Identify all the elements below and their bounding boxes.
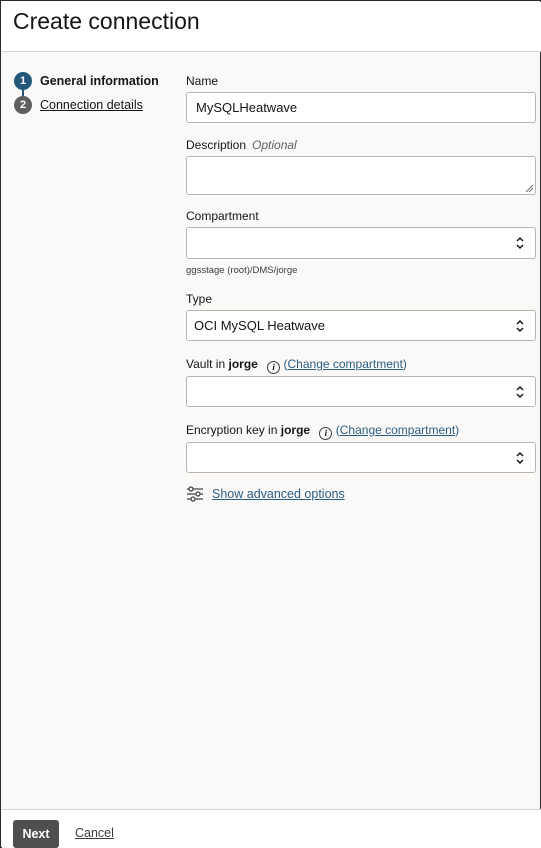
info-icon[interactable]: i	[319, 426, 333, 440]
advanced-options-toggle[interactable]: Show advanced options	[186, 486, 345, 502]
page-title: Create connection	[13, 8, 200, 34]
step-number: 2	[14, 96, 32, 114]
name-value: MySQLHeatwave	[196, 100, 298, 115]
description-label-text: Description	[186, 138, 247, 152]
encryption-key-label: Encryption key in jorge i (Change compar…	[186, 423, 460, 440]
vault-change-compartment-link[interactable]: Change compartment	[288, 357, 403, 371]
encryption-key-compartment-name: jorge	[280, 423, 311, 437]
cancel-button[interactable]: Cancel	[75, 826, 114, 840]
vault-select[interactable]	[186, 376, 536, 407]
vault-label-prefix: Vault in	[186, 357, 226, 371]
type-value: OCI MySQL Heatwave	[194, 318, 326, 333]
name-label: Name	[186, 74, 219, 88]
compartment-select[interactable]	[186, 227, 536, 259]
sliders-icon	[187, 486, 203, 502]
step-number: 1	[14, 72, 32, 90]
step-label: General information	[40, 74, 159, 88]
chevron-up-down-icon	[516, 319, 524, 332]
chevron-up-down-icon	[516, 385, 524, 398]
description-textarea[interactable]	[186, 156, 536, 195]
encryption-key-label-prefix: Encryption key in	[186, 423, 278, 437]
type-label: Type	[186, 292, 213, 306]
next-button[interactable]: Next	[13, 820, 59, 848]
description-label: Description Optional	[186, 138, 297, 152]
resize-grip-icon[interactable]	[525, 184, 533, 192]
info-icon[interactable]: i	[267, 360, 281, 374]
type-select[interactable]: OCI MySQL Heatwave	[186, 310, 536, 341]
step-label: Connection details	[40, 98, 143, 112]
chevron-up-down-icon	[516, 236, 524, 250]
vault-compartment-name: jorge	[228, 357, 258, 371]
step-general-information[interactable]: 1 General information	[14, 72, 159, 90]
compartment-hint: ggsstage (root)/DMS/jorge	[186, 265, 298, 276]
optional-tag: Optional	[252, 138, 297, 152]
show-advanced-options-link[interactable]: Show advanced options	[212, 487, 345, 501]
vault-label: Vault in jorge i (Change compartment)	[186, 357, 407, 374]
chevron-up-down-icon	[516, 451, 524, 464]
name-input[interactable]: MySQLHeatwave	[186, 92, 536, 123]
dialog-footer: Next Cancel	[2, 809, 541, 848]
step-connection-details[interactable]: 2 Connection details	[14, 96, 143, 114]
dialog-frame: Create connection 1 General information …	[0, 0, 541, 848]
compartment-label: Compartment	[186, 209, 259, 223]
encryption-key-select[interactable]	[186, 442, 536, 473]
encryption-key-change-compartment-link[interactable]: Change compartment	[340, 423, 455, 437]
dialog-header: Create connection	[2, 2, 541, 52]
